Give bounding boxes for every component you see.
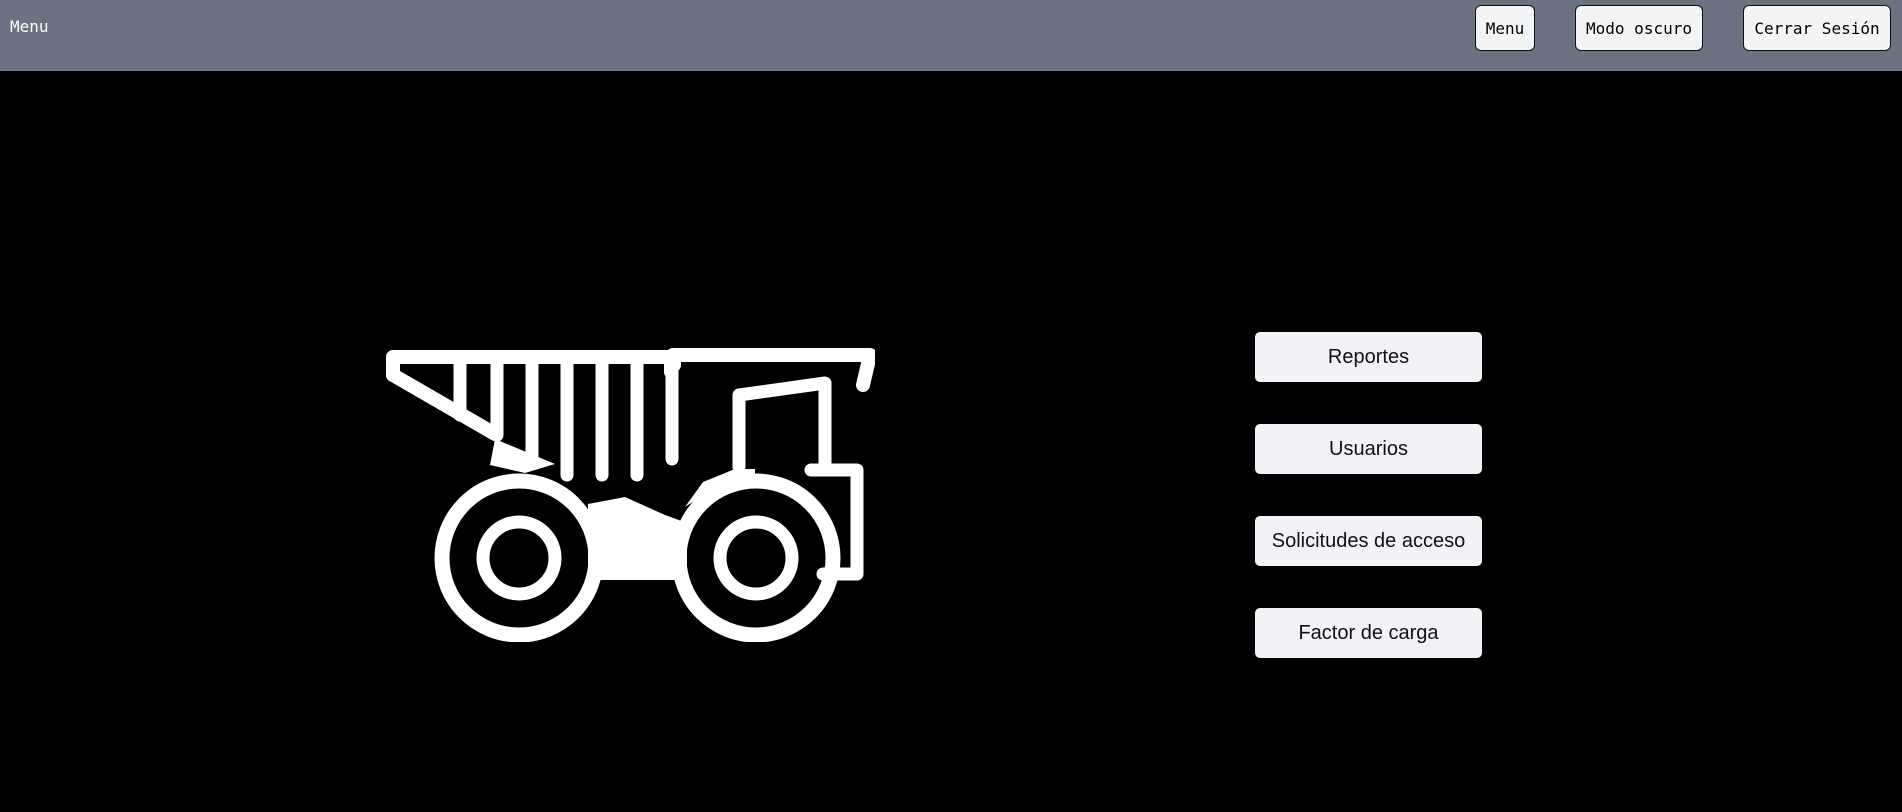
reportes-button[interactable]: Reportes: [1255, 332, 1482, 382]
menu-button[interactable]: Menu: [1475, 5, 1535, 51]
top-navbar: Menu Menu Modo oscuro Cerrar Sesión: [0, 0, 1902, 71]
navbar-brand: Menu: [10, 17, 49, 36]
usuarios-button[interactable]: Usuarios: [1255, 424, 1482, 474]
solicitudes-acceso-button[interactable]: Solicitudes de acceso: [1255, 516, 1482, 566]
dark-mode-button[interactable]: Modo oscuro: [1575, 5, 1703, 51]
logout-button[interactable]: Cerrar Sesión: [1743, 5, 1891, 51]
mining-dump-truck-icon: [386, 348, 875, 642]
main-content: [0, 71, 1902, 812]
factor-carga-button[interactable]: Factor de carga: [1255, 608, 1482, 658]
